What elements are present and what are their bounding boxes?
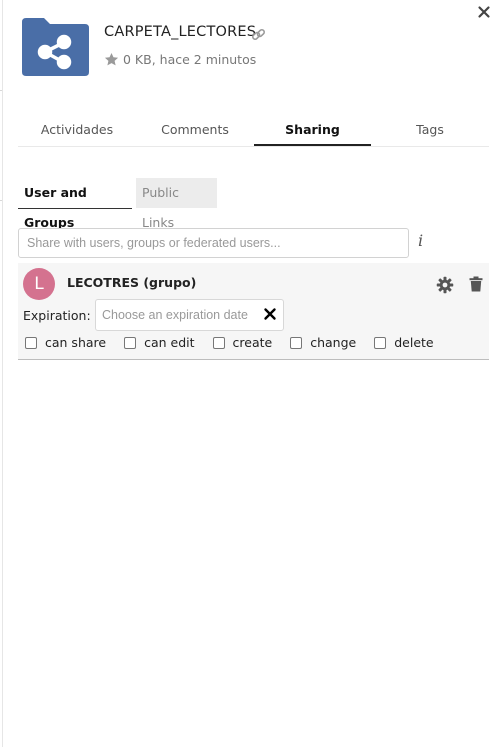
perm-label: can edit	[144, 335, 195, 350]
star-icon[interactable]	[104, 52, 119, 67]
trash-icon[interactable]	[469, 276, 483, 292]
perm-label: can share	[45, 335, 107, 350]
perm-change[interactable]: change	[290, 335, 356, 350]
expiration-date-input[interactable]	[102, 305, 256, 325]
subtab-public-links[interactable]: Public Links	[136, 178, 217, 230]
share-entry: L LECOTRES (grupo) Expiration: can share…	[18, 263, 489, 360]
left-tick	[0, 90, 2, 91]
delete-checkbox[interactable]	[374, 336, 387, 349]
panel-left-border	[2, 0, 3, 747]
file-meta: 0 KB, hace 2 minutos	[104, 52, 256, 67]
close-icon[interactable]	[476, 4, 492, 20]
info-icon[interactable]: i	[418, 231, 423, 250]
perm-label: create	[232, 335, 273, 350]
subtab-users-groups[interactable]: User and Groups	[18, 178, 132, 230]
link-icon[interactable]	[251, 27, 266, 42]
tab-bar: Actividades Comments Sharing Tags	[18, 116, 489, 147]
can-edit-checkbox[interactable]	[124, 336, 137, 349]
perm-create[interactable]: create	[212, 335, 273, 350]
perm-delete[interactable]: delete	[374, 335, 434, 350]
change-checkbox[interactable]	[290, 336, 303, 349]
share-folder-icon	[22, 18, 89, 76]
expiration-label: Expiration:	[23, 308, 91, 323]
meta-text: 0 KB, hace 2 minutos	[123, 52, 257, 67]
tab-comments[interactable]: Comments	[136, 116, 254, 146]
perm-label: delete	[394, 335, 434, 350]
create-checkbox[interactable]	[212, 336, 225, 349]
perm-can-edit[interactable]: can edit	[124, 335, 195, 350]
left-tick	[0, 200, 2, 201]
tab-tags[interactable]: Tags	[371, 116, 489, 146]
share-with-input[interactable]	[18, 228, 409, 258]
tab-sharing[interactable]: Sharing	[254, 116, 371, 146]
tab-actividades[interactable]: Actividades	[18, 116, 136, 146]
avatar: L	[23, 268, 55, 300]
gear-icon[interactable]	[436, 276, 454, 294]
close-icon[interactable]	[263, 307, 277, 321]
share-recipient-name: LECOTRES (grupo)	[67, 275, 197, 290]
expiration-date-field	[95, 299, 284, 331]
can-share-checkbox[interactable]	[25, 336, 37, 349]
permissions-list: can share can edit create change delete	[25, 335, 452, 350]
perm-can-share[interactable]: can share	[25, 335, 106, 350]
folder-name: CARPETA_LECTORES	[104, 24, 257, 40]
perm-label: change	[310, 335, 357, 350]
